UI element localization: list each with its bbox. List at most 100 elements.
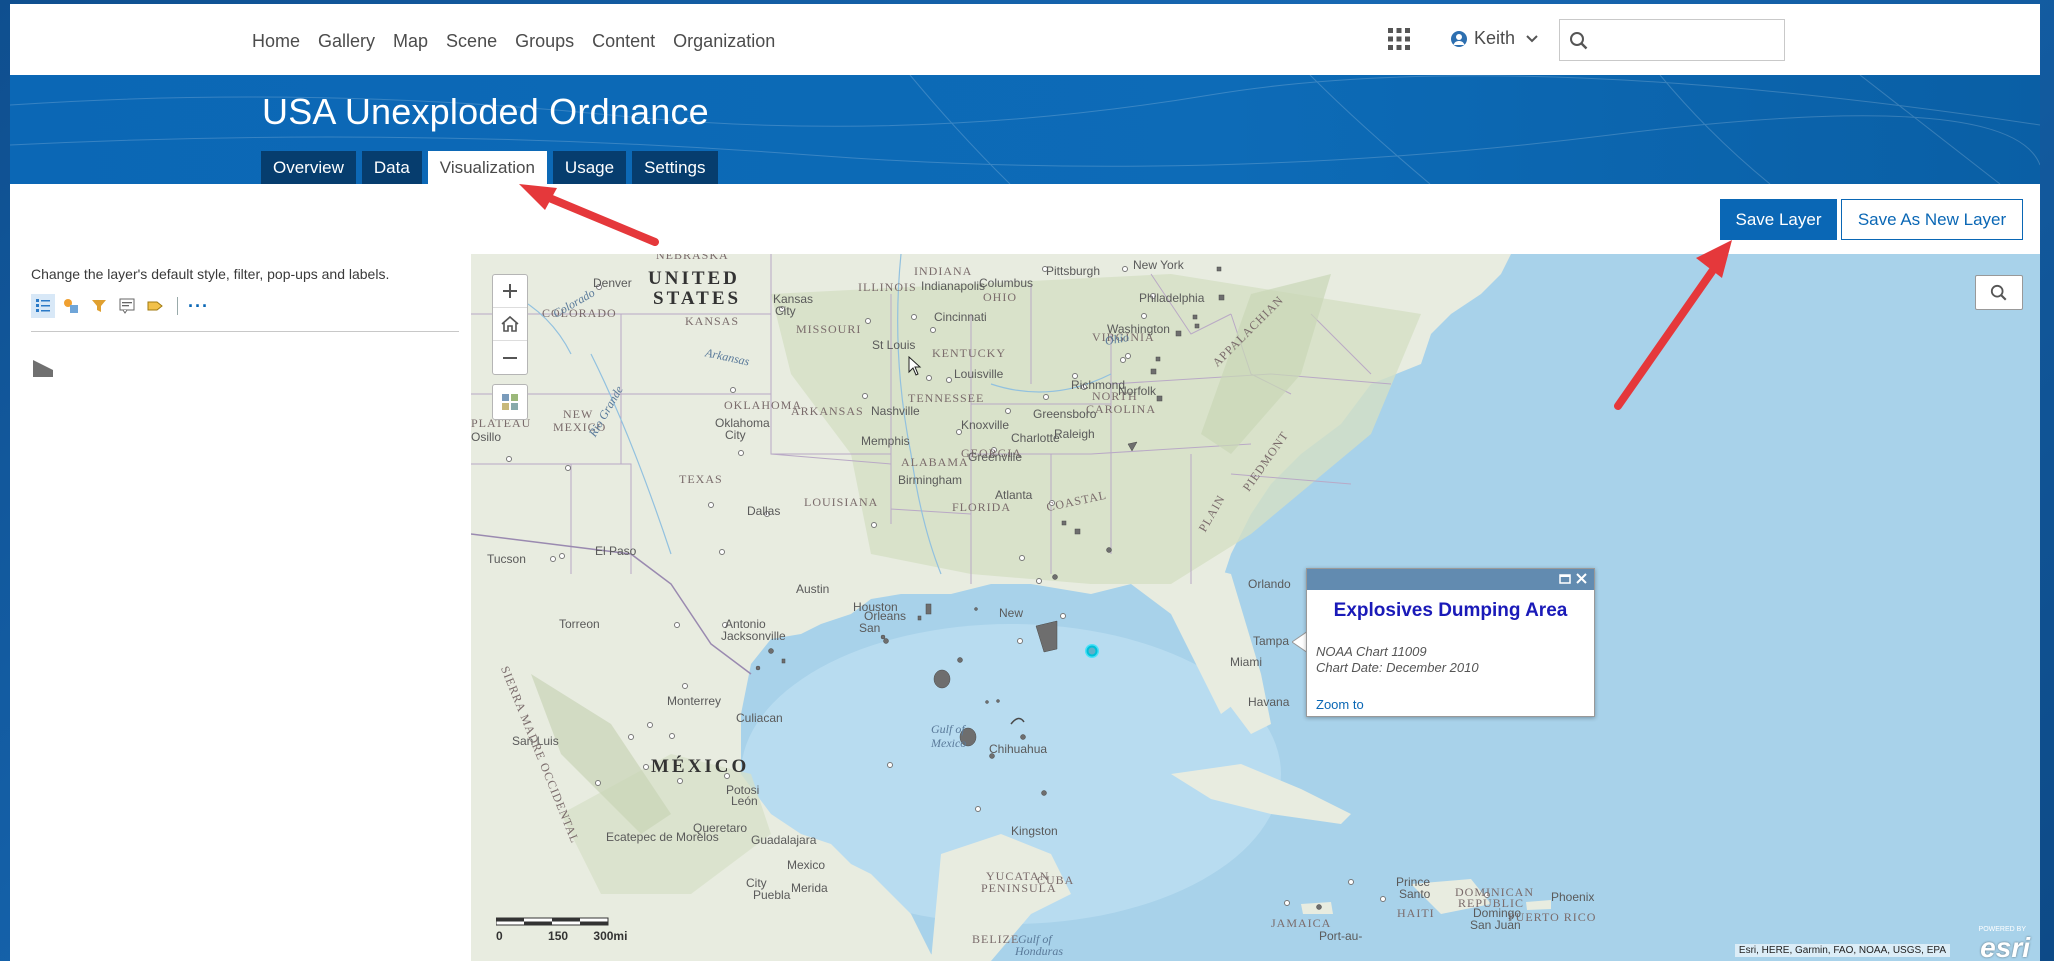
scale-bar bbox=[496, 917, 609, 926]
tab-settings[interactable]: Settings bbox=[632, 151, 718, 184]
minus-icon bbox=[503, 356, 517, 359]
user-name: Keith bbox=[1474, 28, 1516, 48]
search-icon bbox=[1990, 284, 2007, 301]
map-label-city: Raleigh bbox=[1054, 427, 1095, 441]
search-input[interactable] bbox=[1594, 26, 1774, 54]
feature-popup: Explosives Dumping Area NOAA Chart 11009… bbox=[1306, 568, 1595, 717]
map-label-city: Merida bbox=[791, 881, 828, 895]
popup-field-date: Chart Date: December 2010 bbox=[1316, 660, 1479, 675]
map-attribution: Esri, HERE, Garmin, FAO, NOAA, USGS, EPA bbox=[1734, 944, 1950, 957]
map-label-state: MISSOURI bbox=[796, 322, 862, 336]
map-label-city: El Paso bbox=[595, 544, 637, 558]
map-label-city: Dallas bbox=[747, 504, 781, 518]
tab-data[interactable]: Data bbox=[361, 151, 422, 184]
popup-field-chart: NOAA Chart 11009 bbox=[1316, 644, 1427, 659]
map-label-city: Philadelphia bbox=[1139, 291, 1205, 305]
global-search[interactable] bbox=[1559, 19, 1785, 61]
map-label-city: Richmond bbox=[1071, 378, 1126, 392]
map-label-water: Mexico bbox=[931, 736, 967, 750]
save-as-new-layer-button[interactable]: Save As New Layer bbox=[1841, 199, 2023, 240]
labels-icon bbox=[147, 301, 163, 311]
app-launcher-icon[interactable] bbox=[1386, 26, 1412, 52]
map-search-button[interactable] bbox=[1975, 275, 2023, 310]
popup-header bbox=[1307, 569, 1594, 590]
polygon-symbol-icon bbox=[33, 360, 53, 377]
map-label-city: San bbox=[859, 621, 881, 635]
map-label-city: Santo bbox=[1399, 887, 1431, 901]
tab-visualization[interactable]: Visualization bbox=[427, 151, 547, 184]
map-label-city: Norfolk bbox=[1118, 384, 1157, 398]
zoom-in-button[interactable] bbox=[493, 275, 527, 308]
basemap-gallery-button[interactable] bbox=[492, 384, 528, 420]
page-title: USA Unexploded Ordnance bbox=[262, 91, 709, 132]
plus-icon bbox=[503, 284, 517, 298]
esri-logo[interactable]: esri bbox=[1980, 932, 2030, 961]
nav-organization[interactable]: Organization bbox=[673, 31, 775, 52]
labels-tool[interactable] bbox=[143, 294, 167, 318]
map-label-city: City bbox=[725, 428, 746, 442]
tab-overview[interactable]: Overview bbox=[261, 151, 356, 184]
map-label-city: Columbus bbox=[979, 276, 1034, 290]
map-label-city: Phoenix bbox=[1551, 890, 1595, 904]
map-label-city: Birmingham bbox=[898, 473, 963, 487]
map-label-city: New York bbox=[1133, 258, 1184, 272]
mouse-cursor-icon bbox=[908, 356, 922, 376]
style-panel: Change the layer's default style, filter… bbox=[10, 254, 471, 961]
map-label-city: Kingston bbox=[1011, 824, 1058, 838]
tab-usage[interactable]: Usage bbox=[552, 151, 627, 184]
action-bar: Save Layer Save As New Layer bbox=[10, 184, 2040, 254]
zoom-to-link[interactable]: Zoom to bbox=[1316, 697, 1364, 712]
user-avatar-icon bbox=[1451, 30, 1467, 47]
search-icon bbox=[1570, 32, 1588, 50]
map-label-city: Miami bbox=[1230, 655, 1262, 669]
map-label-city: New bbox=[999, 606, 1024, 620]
nav-scene[interactable]: Scene bbox=[446, 31, 497, 52]
map-label-city: Louisville bbox=[954, 367, 1004, 381]
more-options-icon[interactable]: ··· bbox=[188, 296, 209, 317]
layer-list-tool[interactable] bbox=[31, 294, 55, 318]
map-label-state: PUERTO RICO bbox=[1508, 910, 1597, 924]
nav-groups[interactable]: Groups bbox=[515, 31, 574, 52]
configure-popup-tool[interactable] bbox=[115, 294, 139, 318]
map-label-city: St Louis bbox=[872, 338, 916, 352]
popup-title: Explosives Dumping Area bbox=[1333, 600, 1568, 621]
map-view[interactable]: NEBRASKA UNITED STATES KANSAS MISSOURI I… bbox=[471, 254, 2040, 961]
nav-links: Home Gallery Map Scene Groups Content Or… bbox=[252, 31, 775, 52]
save-layer-button[interactable]: Save Layer bbox=[1720, 199, 1837, 240]
change-style-icon bbox=[64, 299, 78, 313]
map-label-city: Port-au- bbox=[1319, 929, 1363, 943]
nav-content[interactable]: Content bbox=[592, 31, 655, 52]
close-icon[interactable] bbox=[1574, 571, 1589, 586]
layer-list-icon bbox=[36, 299, 50, 312]
maximize-icon[interactable] bbox=[1558, 572, 1572, 586]
map-label-city: Chihuahua bbox=[989, 742, 1048, 756]
nav-home[interactable]: Home bbox=[252, 31, 300, 52]
panel-divider bbox=[31, 331, 459, 332]
user-menu[interactable]: Keith bbox=[1450, 28, 1539, 49]
home-button[interactable] bbox=[493, 308, 527, 341]
scale-labels: 0 150 300mi bbox=[496, 929, 627, 943]
zoom-out-button[interactable] bbox=[493, 341, 527, 374]
map-label-water: Honduras bbox=[1015, 944, 1064, 958]
map-label-city: Guadalajara bbox=[751, 833, 817, 847]
nav-map[interactable]: Map bbox=[393, 31, 428, 52]
map-label-state: ALABAMA bbox=[901, 455, 969, 469]
map-label-city: Cincinnati bbox=[934, 310, 987, 324]
map-label-state: OHIO bbox=[983, 290, 1017, 304]
map-label-city: Charlotte bbox=[1011, 431, 1060, 445]
map-label-city: Knoxville bbox=[961, 418, 1010, 432]
map-label-city: Torreon bbox=[559, 617, 600, 631]
map-label-city: Pittsburgh bbox=[1046, 264, 1101, 278]
map-label-state: NEBRASKA bbox=[656, 254, 729, 262]
map-label-city: Austin bbox=[796, 582, 830, 596]
change-style-tool[interactable] bbox=[59, 294, 83, 318]
chevron-down-icon bbox=[1526, 34, 1538, 42]
configure-popup-icon bbox=[119, 298, 135, 314]
filter-tool[interactable] bbox=[87, 294, 111, 318]
top-nav: Home Gallery Map Scene Groups Content Or… bbox=[10, 4, 2040, 75]
filter-icon bbox=[92, 300, 106, 312]
panel-toolbar: ··· bbox=[31, 294, 209, 318]
nav-gallery[interactable]: Gallery bbox=[318, 31, 375, 52]
map-label-country: UNITED bbox=[648, 268, 740, 289]
map-label-state: TEXAS bbox=[679, 472, 723, 486]
